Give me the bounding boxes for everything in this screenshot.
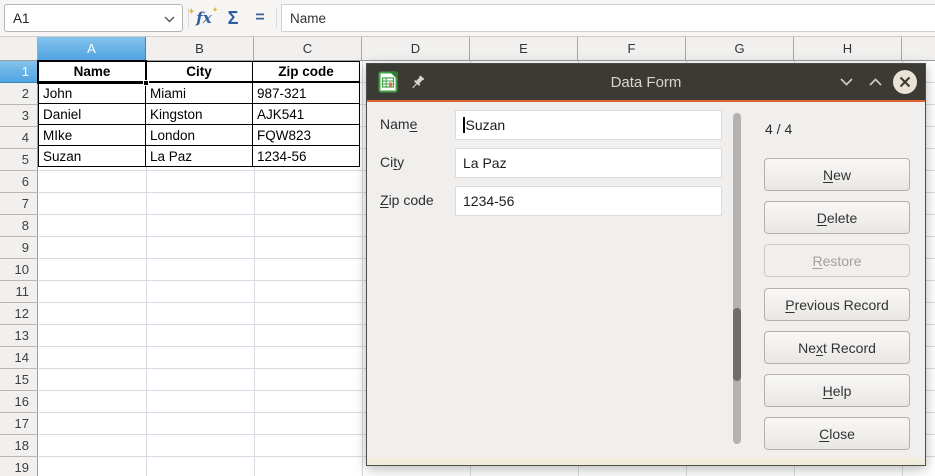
column-header-partial[interactable] — [902, 37, 935, 60]
table-row: John Miami 987-321 — [39, 83, 360, 104]
cell-c4[interactable]: FQW823 — [253, 125, 360, 146]
close-dialog-button[interactable]: Close — [764, 417, 910, 450]
select-all-corner[interactable] — [0, 37, 38, 60]
function-wizard-icon[interactable]: fx ✦ ✦ — [190, 4, 218, 32]
cell-b1[interactable]: City — [146, 62, 253, 83]
chevron-down-icon[interactable] — [164, 16, 175, 23]
data-table: Name City Zip code John Miami 987-321 Da… — [38, 61, 360, 167]
row-header-8[interactable]: 8 — [0, 215, 37, 237]
name-field[interactable]: Suzan — [455, 110, 722, 140]
formula-input-line[interactable]: Name — [281, 4, 935, 32]
record-counter: 4 / 4 — [765, 121, 792, 137]
column-header-h[interactable]: H — [794, 37, 902, 60]
row-header-12[interactable]: 12 — [0, 303, 37, 325]
separator — [276, 8, 277, 28]
row-header-11[interactable]: 11 — [0, 281, 37, 303]
table-row: Daniel Kingston AJK541 — [39, 104, 360, 125]
row-header-3[interactable]: 3 — [0, 105, 37, 127]
close-button[interactable] — [893, 70, 917, 94]
row-header-13[interactable]: 13 — [0, 325, 37, 347]
table-header-row: Name City Zip code — [39, 62, 360, 83]
row-header-7[interactable]: 7 — [0, 193, 37, 215]
column-header-c[interactable]: C — [254, 37, 362, 60]
table-row: MIke London FQW823 — [39, 125, 360, 146]
column-header-d[interactable]: D — [362, 37, 470, 60]
dialog-titlebar[interactable]: Data Form — [367, 64, 925, 100]
delete-button[interactable]: Delete — [764, 201, 910, 234]
cell-c1[interactable]: Zip code — [253, 62, 360, 83]
row-header-10[interactable]: 10 — [0, 259, 37, 281]
cell-b4[interactable]: London — [146, 125, 253, 146]
help-button[interactable]: Help — [764, 374, 910, 407]
zip-code-field[interactable]: 1234-56 — [455, 186, 722, 216]
chevron-up-icon[interactable] — [864, 71, 886, 93]
column-headers: ABCDEFGH — [0, 37, 935, 61]
cell-b2[interactable]: Miami — [146, 83, 253, 104]
table-row: Suzan La Paz 1234-56 — [39, 146, 360, 167]
city-field[interactable]: La Paz — [455, 148, 722, 178]
cell-a3[interactable]: Daniel — [39, 104, 146, 125]
formula-bar: A1 fx ✦ ✦ Σ = Name — [0, 0, 935, 37]
row-header-19[interactable]: 19 — [0, 457, 37, 476]
previous-record-button[interactable]: Previous Record — [764, 288, 910, 321]
pin-icon[interactable] — [410, 74, 426, 91]
column-header-e[interactable]: E — [470, 37, 578, 60]
cell-b3[interactable]: Kingston — [146, 104, 253, 125]
row-header-9[interactable]: 9 — [0, 237, 37, 259]
field-label-name: Name — [380, 116, 417, 132]
cell-a1[interactable]: Name — [39, 62, 146, 83]
formula-icon[interactable]: = — [250, 4, 270, 32]
row-header-17[interactable]: 17 — [0, 413, 37, 435]
calc-app-icon — [377, 71, 399, 93]
row-header-1[interactable]: 1 — [0, 61, 37, 83]
cell-a4[interactable]: MIke — [39, 125, 146, 146]
row-header-18[interactable]: 18 — [0, 435, 37, 457]
cell-reference: A1 — [13, 11, 30, 26]
column-header-b[interactable]: B — [146, 37, 254, 60]
row-headers: 12345678910111213141516171819 — [0, 61, 38, 476]
chevron-down-icon[interactable] — [835, 71, 857, 93]
data-form-dialog: Data Form — [366, 63, 926, 466]
form-scrollbar[interactable] — [733, 113, 741, 444]
cell-b5[interactable]: La Paz — [146, 146, 253, 167]
row-header-16[interactable]: 16 — [0, 391, 37, 413]
cell-c2[interactable]: 987-321 — [253, 83, 360, 104]
column-header-a[interactable]: A — [38, 37, 146, 60]
column-header-f[interactable]: F — [578, 37, 686, 60]
cell-c3[interactable]: AJK541 — [253, 104, 360, 125]
row-header-2[interactable]: 2 — [0, 83, 37, 105]
column-header-g[interactable]: G — [686, 37, 794, 60]
field-label-city: City — [380, 154, 404, 170]
row-header-14[interactable]: 14 — [0, 347, 37, 369]
cell-c5[interactable]: 1234-56 — [253, 146, 360, 167]
text-cursor — [463, 117, 465, 133]
next-record-button[interactable]: Next Record — [764, 331, 910, 364]
scrollbar-thumb[interactable] — [733, 308, 741, 381]
row-header-6[interactable]: 6 — [0, 171, 37, 193]
dialog-body: Name Suzan City La Paz Zip code 1234-56 … — [367, 102, 925, 458]
restore-button: Restore — [764, 244, 910, 277]
close-icon — [899, 76, 911, 88]
dialog-bottom-edge — [367, 458, 925, 465]
row-header-4[interactable]: 4 — [0, 127, 37, 149]
libreoffice-calc-window: A1 fx ✦ ✦ Σ = Name ABCDEFGH 123456789101… — [0, 0, 935, 476]
row-header-5[interactable]: 5 — [0, 149, 37, 171]
cell-a5[interactable]: Suzan — [39, 146, 146, 167]
field-label-zip-code: Zip code — [380, 192, 434, 208]
new-button[interactable]: New — [764, 158, 910, 191]
sum-icon[interactable]: Σ — [220, 4, 246, 32]
row-header-15[interactable]: 15 — [0, 369, 37, 391]
titlebar-controls — [835, 64, 917, 100]
cell-reference-box[interactable]: A1 — [4, 4, 183, 32]
dialog-title: Data Form — [611, 74, 682, 91]
cell-a2[interactable]: John — [39, 83, 146, 104]
